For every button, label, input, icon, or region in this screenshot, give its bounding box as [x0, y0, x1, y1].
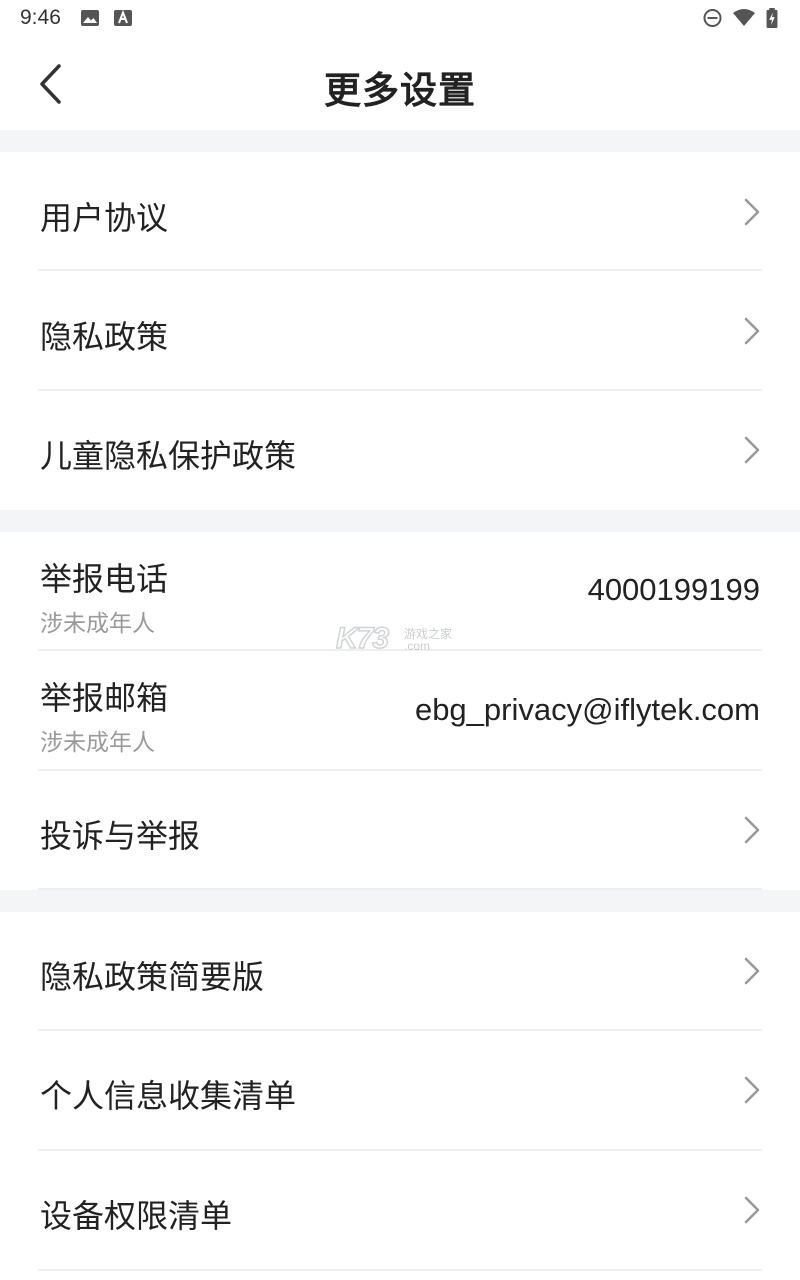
row-label: 隐私政策简要版 — [40, 958, 265, 996]
user-agreement-item[interactable]: 用户协议 — [0, 152, 800, 271]
watermark-logo: K73 — [335, 621, 390, 656]
chevron-right-icon — [744, 816, 760, 844]
report-email-value[interactable]: ebg_privacy@iflytek.com — [415, 692, 760, 728]
status-time: 9:46 — [20, 6, 61, 29]
row-label: 投诉与举报 — [40, 817, 201, 855]
row-sublabel: 涉未成年人 — [40, 730, 155, 756]
row-label: 举报电话 — [40, 560, 169, 598]
device-permission-list-item[interactable]: 设备权限清单 — [0, 1151, 800, 1271]
row-label: 举报邮箱 — [40, 679, 169, 717]
complaint-report-item[interactable]: 投诉与举报 — [0, 771, 800, 890]
section-gap — [0, 130, 800, 152]
row-label: 隐私政策 — [40, 318, 169, 356]
privacy-policy-item[interactable]: 隐私政策 — [0, 271, 800, 391]
do-not-disturb-icon — [703, 9, 722, 27]
row-label: 儿童隐私保护政策 — [40, 437, 297, 475]
watermark-domain: .com — [404, 639, 431, 653]
app-header: 更多设置 — [0, 36, 800, 130]
row-label: 个人信息收集清单 — [40, 1077, 297, 1115]
k73-watermark: K73 游戏之家 .com — [335, 621, 466, 656]
report-phone-value[interactable]: 4000199199 — [588, 572, 760, 608]
child-privacy-policy-item[interactable]: 儿童隐私保护政策 — [0, 391, 800, 510]
chevron-right-icon — [744, 957, 760, 985]
chevron-right-icon — [744, 1196, 760, 1224]
row-sublabel: 涉未成年人 — [40, 611, 155, 637]
chevron-right-icon — [744, 317, 760, 345]
row-label: 设备权限清单 — [40, 1197, 233, 1235]
page-title: 更多设置 — [324, 69, 476, 112]
status-bar: 9:46 — [0, 0, 800, 36]
chevron-right-icon — [744, 198, 760, 226]
privacy-policy-summary-item[interactable]: 隐私政策简要版 — [0, 912, 800, 1031]
report-email-item[interactable]: 举报邮箱 涉未成年人 ebg_privacy@iflytek.com — [0, 651, 800, 771]
section-gap — [0, 510, 800, 532]
wifi-icon — [733, 9, 755, 26]
row-label: 用户协议 — [40, 199, 169, 237]
battery-charging-icon — [766, 8, 778, 28]
divider — [38, 1269, 762, 1271]
personal-info-list-item[interactable]: 个人信息收集清单 — [0, 1031, 800, 1151]
image-icon — [81, 10, 99, 26]
chevron-right-icon — [744, 436, 760, 464]
font-icon — [114, 9, 132, 26]
section-gap — [0, 890, 800, 912]
chevron-right-icon — [744, 1076, 760, 1104]
